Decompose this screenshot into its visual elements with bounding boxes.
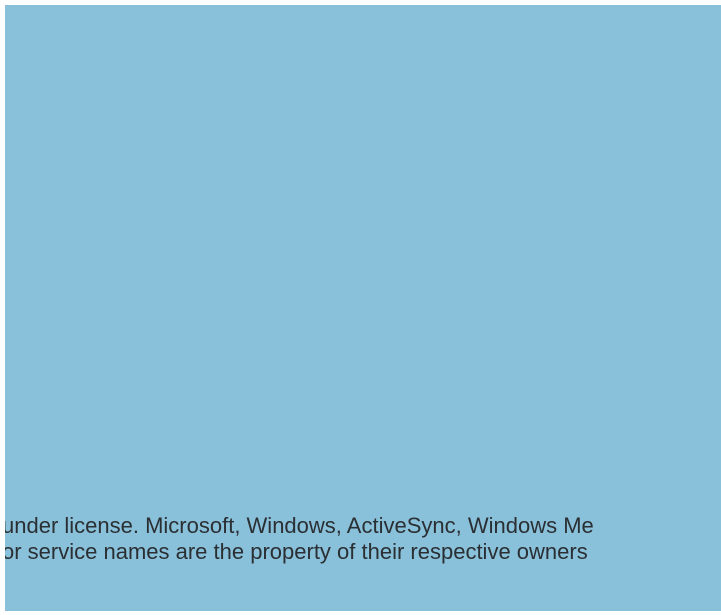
- legal-notice-text: under license. Microsoft, Windows, Activ…: [5, 513, 721, 565]
- legal-notice-line-2: or service names are the property of the…: [5, 539, 588, 564]
- legal-notice-line-1: under license. Microsoft, Windows, Activ…: [5, 513, 594, 538]
- blue-background-panel: under license. Microsoft, Windows, Activ…: [5, 5, 721, 611]
